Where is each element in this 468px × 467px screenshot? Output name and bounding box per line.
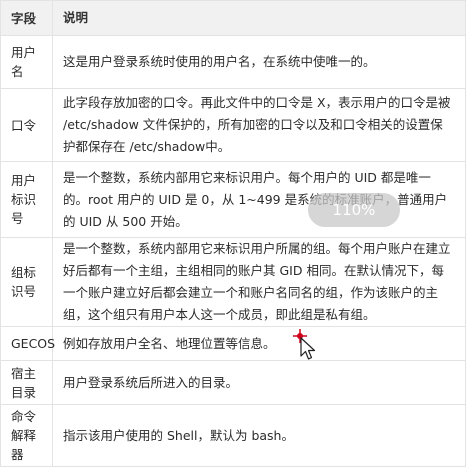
field-name: 命令解释器 — [0, 404, 53, 467]
table-header-row: 字段 说明 — [0, 0, 466, 36]
zoom-level-indicator: 110% — [308, 193, 400, 227]
header-description: 说明 — [52, 0, 466, 36]
table-row: 用户名 这是用户登录系统时使用的用户名，在系统中使唯一的。 — [0, 35, 466, 89]
field-name: 用户名 — [0, 35, 53, 89]
field-description: 指示该用户使用的 Shell，默认为 bash。 — [52, 404, 466, 467]
field-name: GECOS — [0, 326, 55, 361]
field-description: 此字段存放加密的口令。再此文件中的口令是 X，表示用户的口令是被 /etc/sh… — [52, 88, 466, 162]
field-description: 这是用户登录系统时使用的用户名，在系统中使唯一的。 — [52, 35, 466, 89]
header-field: 字段 — [0, 0, 53, 36]
field-name: 口令 — [0, 88, 53, 162]
table-row: 宿主目录 用户登录系统后所进入的目录。 — [0, 360, 466, 405]
field-description: 是一个整数，系统内部用它来标识用户。每个用户的 UID 都是唯一的。root 用… — [52, 161, 466, 238]
field-description: 用户登录系统后所进入的目录。 — [52, 360, 466, 405]
table-row: 组标识号 是一个整数，系统内部用它来标识用户所属的组。每个用户账户在建立好后都有… — [0, 237, 466, 327]
field-name: 用户标识号 — [0, 161, 53, 238]
table-row: GECOS 例如存放用户全名、地理位置等信息。 — [0, 326, 466, 361]
field-name: 组标识号 — [0, 237, 53, 327]
mouse-pointer-icon — [293, 329, 316, 360]
field-name: 宿主目录 — [0, 360, 53, 405]
field-description: 是一个整数，系统内部用它来标识用户所属的组。每个用户账户在建立好后都有一个主组，… — [52, 237, 466, 327]
table-row: 口令 此字段存放加密的口令。再此文件中的口令是 X，表示用户的口令是被 /etc… — [0, 88, 466, 162]
field-description: 例如存放用户全名、地理位置等信息。 — [52, 326, 466, 361]
field-description-table: 字段 说明 用户名 这是用户登录系统时使用的用户名，在系统中使唯一的。 口令 此… — [0, 0, 466, 467]
table-row: 命令解释器 指示该用户使用的 Shell，默认为 bash。 — [0, 404, 466, 467]
